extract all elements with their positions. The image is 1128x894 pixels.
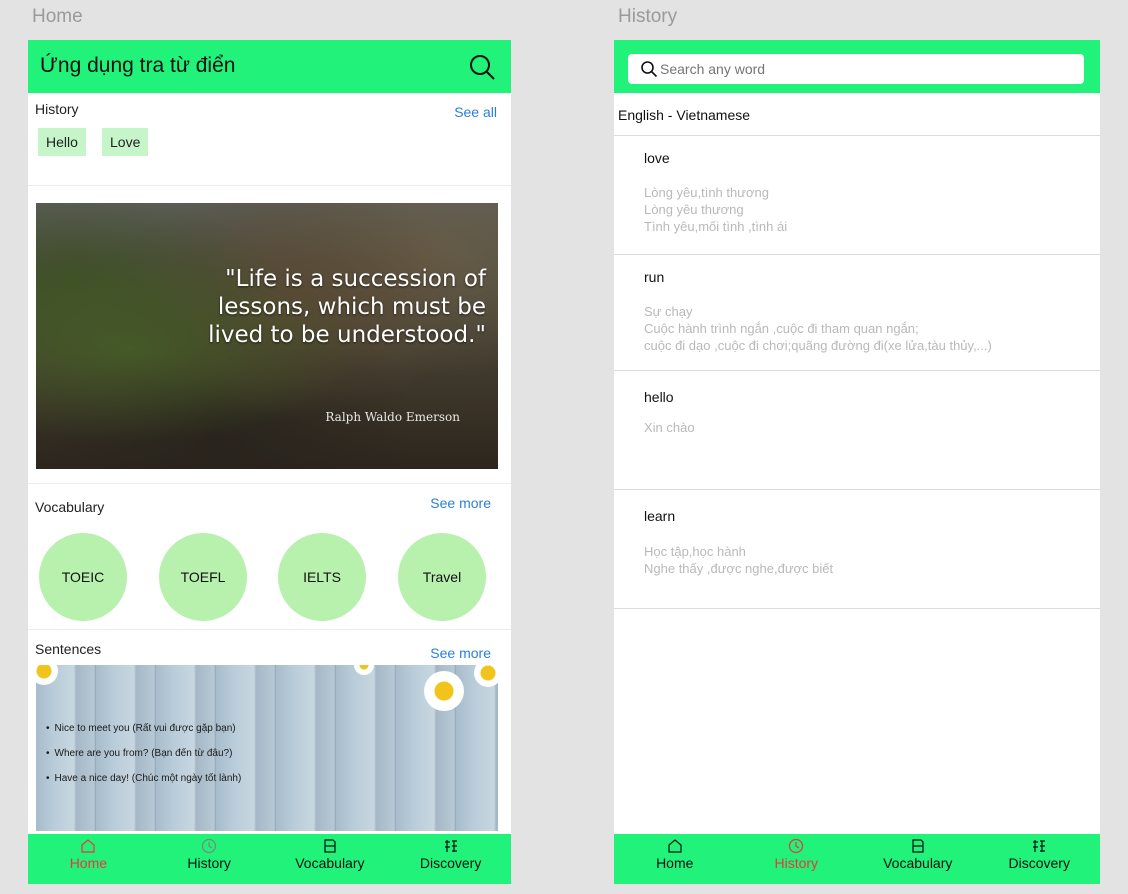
- entry-word: hello: [644, 389, 674, 405]
- nav-vocabulary-label: Vocabulary: [295, 855, 365, 871]
- vocab-category-travel[interactable]: Travel: [398, 533, 486, 621]
- nav-history-label: History: [774, 855, 819, 871]
- sentence-item[interactable]: Nice to meet you (Rất vui được gặp bạn): [46, 723, 241, 735]
- home-app-bar: Ứng dụng tra từ điển: [28, 40, 511, 93]
- divider: [28, 185, 511, 186]
- flower-decoration: [424, 671, 464, 711]
- home-icon: [668, 839, 682, 853]
- flower-decoration: [474, 665, 498, 687]
- nav-discovery-label: Discovery: [419, 855, 482, 871]
- nav-history[interactable]: History: [736, 834, 858, 884]
- book-icon: [324, 839, 336, 853]
- nav-vocabulary[interactable]: Vocabulary: [270, 834, 391, 884]
- sentences-section-title: Sentences: [35, 641, 102, 657]
- entry-word: run: [644, 269, 665, 285]
- quote-author: Ralph Waldo Emerson: [325, 410, 460, 424]
- history-entry[interactable]: run Sự chạy Cuộc hành trình ngắn ,cuộc đ…: [614, 255, 1100, 371]
- discovery-icon: [1033, 840, 1046, 852]
- history-screen-label: History: [618, 6, 678, 27]
- entry-definitions: Lòng yêu,tình thương Lòng yêu thương Tìn…: [644, 185, 788, 234]
- clock-icon: [789, 838, 804, 854]
- discovery-icon: [444, 840, 457, 852]
- entry-definitions: Sự chạy Cuộc hành trình ngắn ,cuộc đi th…: [644, 304, 992, 353]
- language-selector[interactable]: English - Vietnamese: [614, 95, 1100, 136]
- nav-home[interactable]: Home: [28, 834, 149, 884]
- history-chip-love[interactable]: Love: [102, 128, 149, 156]
- sentences-card[interactable]: Nice to meet you (Rất vui được gặp bạn) …: [36, 665, 498, 831]
- nav-home-label: Home: [69, 855, 108, 871]
- history-entry[interactable]: love Lòng yêu,tình thương Lòng yêu thươn…: [614, 136, 1100, 255]
- history-see-all-link[interactable]: See all: [454, 104, 497, 120]
- flower-decoration: [36, 665, 58, 685]
- quote-card[interactable]: "Life is a succession of lessons, which …: [36, 203, 498, 469]
- home-icon: [81, 839, 95, 853]
- sentences-see-more-link[interactable]: See more: [430, 645, 491, 661]
- history-screen: English - Vietnamese love Lòng yêu,tình …: [614, 40, 1100, 884]
- entry-definitions: Xin chào: [644, 420, 695, 435]
- vocab-category-toeic[interactable]: TOEIC: [39, 533, 127, 621]
- divider: [28, 629, 511, 630]
- entry-definitions: Học tập,học hành Nghe thấy ,được nghe,đư…: [644, 544, 834, 576]
- clock-icon: [202, 838, 217, 854]
- language-pair: English - Vietnamese: [618, 107, 751, 123]
- vocabulary-section-title: Vocabulary: [35, 499, 105, 515]
- search-icon[interactable]: [467, 52, 497, 82]
- flower-decoration: [354, 665, 374, 675]
- vocab-category-ielts[interactable]: IELTS: [278, 533, 366, 621]
- home-screen: Ứng dụng tra từ điển History See all Hel…: [28, 40, 511, 884]
- app-title: Ứng dụng tra từ điển: [40, 54, 236, 77]
- sentence-item[interactable]: Have a nice day! (Chúc một ngày tốt lành…: [46, 773, 242, 785]
- history-entry[interactable]: hello Xin chào: [614, 371, 1100, 490]
- book-icon: [912, 839, 924, 853]
- nav-history[interactable]: History: [149, 834, 270, 884]
- sentences-list: Nice to meet you (Rất vui được gặp bạn) …: [46, 723, 242, 798]
- entry-word: learn: [644, 508, 676, 524]
- history-entry[interactable]: learn Học tập,học hành Nghe thấy ,được n…: [614, 490, 1100, 609]
- history-chip-hello[interactable]: Hello: [38, 128, 86, 156]
- home-screen-label: Home: [32, 6, 83, 27]
- bottom-navigation: Home History Vocabulary Discovery: [614, 834, 1100, 884]
- vocab-category-toefl[interactable]: TOEFL: [159, 533, 247, 621]
- nav-vocabulary-label: Vocabulary: [883, 855, 953, 871]
- sentence-item[interactable]: Where are you from? (Bạn đến từ đâu?): [46, 748, 241, 760]
- divider: [28, 483, 511, 484]
- nav-history-label: History: [187, 855, 231, 871]
- nav-home[interactable]: Home: [614, 834, 736, 884]
- search-icon: [641, 61, 658, 78]
- search-input[interactable]: [660, 59, 1060, 79]
- nav-discovery-label: Discovery: [1008, 855, 1070, 871]
- history-app-bar: [614, 40, 1100, 93]
- nav-vocabulary[interactable]: Vocabulary: [857, 834, 979, 884]
- nav-discovery[interactable]: Discovery: [979, 834, 1101, 884]
- search-bar[interactable]: [628, 54, 1084, 84]
- history-section-title: History: [35, 101, 79, 117]
- vocabulary-see-more-link[interactable]: See more: [430, 495, 491, 511]
- nav-home-label: Home: [656, 855, 694, 871]
- nav-discovery[interactable]: Discovery: [390, 834, 511, 884]
- bottom-navigation: Home History Vocabulary Discovery: [28, 834, 511, 884]
- entry-word: love: [644, 150, 670, 166]
- quote-text: "Life is a succession of lessons, which …: [208, 266, 486, 348]
